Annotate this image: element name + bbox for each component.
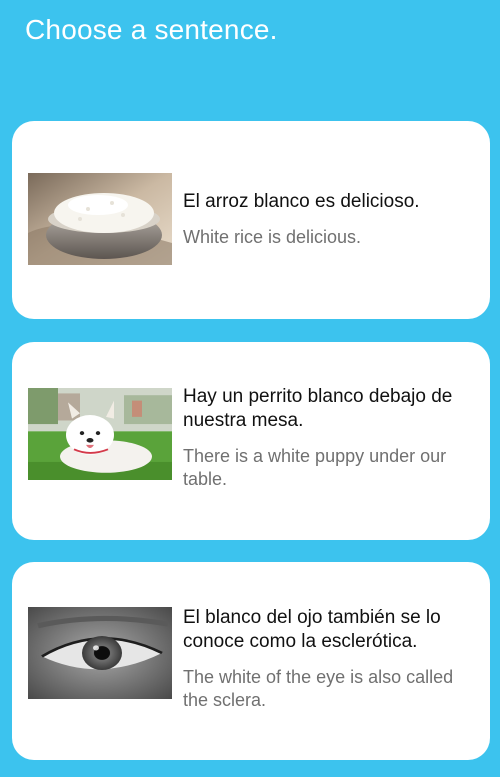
spanish-sentence: El blanco del ojo también se lo conoce c… [183, 607, 441, 652]
eye-closeup-image [28, 607, 172, 699]
english-translation: White rice is delicious. [183, 227, 362, 247]
white-rice-bowl-image [28, 173, 172, 265]
white-puppy-image [28, 388, 172, 480]
sentence-option-card[interactable]: El arroz blanco es delicioso. White rice… [12, 121, 490, 319]
spanish-sentence: El arroz blanco es delicioso. [183, 191, 420, 212]
english-translation: There is a white puppy under our table. [183, 446, 447, 489]
english-translation: The white of the eye is also called the … [183, 667, 454, 710]
sentence-option-card[interactable]: Hay un perrito blanco debajo de nuestra … [12, 342, 490, 540]
page-title: Choose a sentence. [25, 14, 278, 45]
spanish-sentence: Hay un perrito blanco debajo de nuestra … [183, 386, 453, 431]
sentence-option-card[interactable]: El blanco del ojo también se lo conoce c… [12, 562, 490, 760]
